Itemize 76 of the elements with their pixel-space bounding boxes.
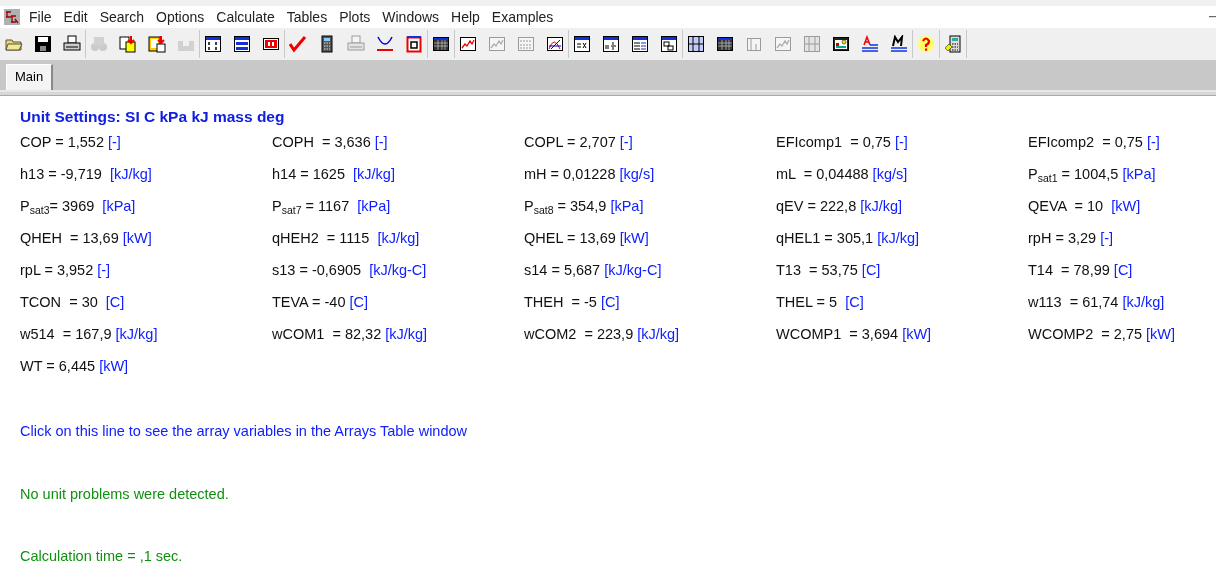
variable-result: h14 = 1625 [kJ/kg] <box>272 166 396 184</box>
variable-result: s13 = -0,6905 [kJ/kg-C] <box>272 262 428 280</box>
units-icon[interactable] <box>262 35 280 53</box>
variable-result: qHEH2 = 1115 [kJ/kg] <box>272 230 421 248</box>
printer-icon[interactable] <box>63 35 81 53</box>
variable-result: wCOM2 = 223,9 [kJ/kg] <box>524 326 681 344</box>
variable-result: wCOM1 = 82,32 [kJ/kg] <box>272 326 429 344</box>
variable-result: WCOMP1 = 3,694 [kW] <box>776 326 933 344</box>
font-format-icon[interactable] <box>861 35 879 53</box>
variable-result: P$_{sat1}$ = 1004,5 [kPa] <box>1028 166 1157 185</box>
menu-item[interactable]: Edit <box>58 8 93 26</box>
variable-result: COPH = 3,636 [-] <box>272 134 389 152</box>
variable-result: h13 = -9,719 [kJ/kg] <box>20 166 153 184</box>
curve-plot-icon[interactable] <box>376 35 394 53</box>
variable-result: rpH = 3,29 [-] <box>1028 230 1115 248</box>
diagram-window-icon[interactable] <box>660 35 678 53</box>
table-icon[interactable] <box>716 35 734 53</box>
calculator-icon[interactable] <box>318 35 336 53</box>
menu-item[interactable]: File <box>24 8 57 26</box>
variable-result: qEV = 222,8 [kJ/kg] <box>776 198 904 216</box>
variable-result: EFIcomp2 = 0,75 [-] <box>1028 134 1161 152</box>
variable-result: rpL = 3,952 [-] <box>20 262 112 280</box>
formatted-window-icon[interactable] <box>233 35 251 53</box>
variable-result: WCOMP2 = 2,75 [kW] <box>1028 326 1177 344</box>
variable-result: TEVA = -40 [C] <box>272 294 370 312</box>
variable-result: WT = 6,445 [kW] <box>20 358 130 376</box>
variable-result: COP = 1,552 [-] <box>20 134 122 152</box>
app-icon <box>4 9 20 25</box>
menu-item[interactable]: Calculate <box>211 8 280 26</box>
variable-result: THEL = 5 [C] <box>776 294 865 312</box>
variable-result: P$_{sat7}$ = 1167 [kPa] <box>272 198 392 217</box>
variable-result: COPL = 2,707 [-] <box>524 134 634 152</box>
variable-result: QHEH = 13,69 [kW] <box>20 230 153 248</box>
menu-item[interactable]: Windows <box>377 8 445 26</box>
variable-result: P$_{sat8}$ = 354,9 [kPa] <box>524 198 645 217</box>
unit-settings-heading: Unit Settings: SI C kPa kJ mass deg <box>20 108 286 127</box>
menu-item[interactable]: Plots <box>334 8 376 26</box>
menu-item[interactable]: Tables <box>281 8 333 26</box>
variable-result: T13 = 53,75 [C] <box>776 262 882 280</box>
property-plot-icon[interactable] <box>546 35 564 53</box>
variable-result: THEH = -5 [C] <box>524 294 621 312</box>
parametric-table-icon[interactable] <box>687 35 705 53</box>
solution-window-icon[interactable] <box>631 35 649 53</box>
tab[interactable]: Main <box>6 64 54 90</box>
variable-result: P$_{sat3}$= 3969 [kPa] <box>20 198 137 217</box>
variable-result: w514 = 167,9 [kJ/kg] <box>20 326 159 344</box>
line-plot-icon[interactable] <box>459 35 477 53</box>
calculation-time: Calculation time = ,1 sec. <box>20 548 184 564</box>
copy-document-icon[interactable] <box>119 35 137 53</box>
macro-icon[interactable] <box>890 35 908 53</box>
checkmark-icon[interactable] <box>289 35 307 53</box>
diagram-window-icon[interactable] <box>832 35 850 53</box>
variable-result: T14 = 78,99 [C] <box>1028 262 1134 280</box>
variable-result: s14 = 5,687 [kJ/kg-C] <box>524 262 663 280</box>
menu-item[interactable]: Search <box>94 8 150 26</box>
help-icon[interactable] <box>917 35 935 53</box>
unit-check-message: No unit problems were detected. <box>20 486 230 502</box>
variable-result: QHEL = 13,69 [kW] <box>524 230 650 248</box>
diagram-window-icon[interactable] <box>405 35 423 53</box>
variable-result: w113 = 61,74 [kJ/kg] <box>1028 294 1166 312</box>
arrays-link[interactable]: Click on this line to see the array variables in the Arrays Table window <box>20 423 468 439</box>
calculator-icon[interactable] <box>944 35 962 53</box>
variable-result: qHEL1 = 305,1 [kJ/kg] <box>776 230 921 248</box>
variable-result: mL = 0,04488 [kg/s] <box>776 166 909 184</box>
variable-result: TCON = 30 [C] <box>20 294 126 312</box>
menu-item[interactable]: Options <box>151 8 210 26</box>
variable-result: QEVA = 10 [kW] <box>1028 198 1142 216</box>
variable-result: mH = 0,01228 [kg/s] <box>524 166 656 184</box>
clipboard-icon[interactable] <box>148 35 166 53</box>
menu-item[interactable]: Help <box>446 8 485 26</box>
equation-window-icon[interactable] <box>204 35 222 53</box>
fraction-window-icon[interactable] <box>602 35 620 53</box>
equation-window-icon[interactable] <box>573 35 591 53</box>
variable-result: EFIcomp1 = 0,75 [-] <box>776 134 909 152</box>
menu-item[interactable]: Examples <box>486 8 559 26</box>
table-icon[interactable] <box>432 35 450 53</box>
